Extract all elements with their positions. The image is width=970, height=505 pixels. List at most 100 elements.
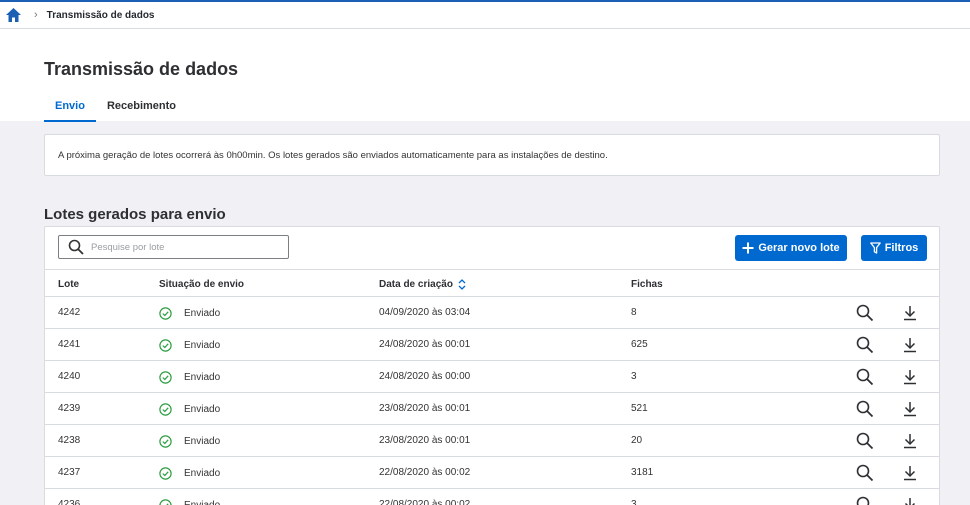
download-batch-button[interactable] [900, 303, 920, 323]
sort-icon[interactable] [458, 279, 466, 290]
cell-data: 22/08/2020 às 00:02 [379, 499, 471, 505]
status-label: Enviado [184, 404, 221, 415]
check-circle-icon [159, 339, 172, 352]
magnifier-icon [856, 368, 874, 386]
magnifier-icon [856, 496, 874, 505]
check-circle-icon [159, 467, 172, 480]
tab-bar: Envio Recebimento [44, 94, 187, 122]
breadcrumb-current: Transmissão de dados [46, 9, 155, 21]
table-header: Lote Situação de envio Data de criação F… [45, 269, 939, 297]
magnifier-icon [856, 432, 874, 450]
filters-button[interactable]: Filtros [861, 235, 927, 261]
magnifier-icon [856, 464, 874, 482]
search-box[interactable] [58, 235, 289, 259]
cell-situacao: Enviado [159, 499, 220, 505]
cell-data: 24/08/2020 às 00:00 [379, 371, 471, 382]
page-header: Transmissão de dados Envio Recebimento [0, 29, 970, 122]
batches-card: Gerar novo lote Filtros Lote Situação de… [44, 226, 940, 505]
cell-lote: 4237 [58, 467, 81, 478]
search-icon [68, 239, 84, 255]
download-icon [903, 401, 917, 417]
view-batch-button[interactable] [855, 431, 875, 451]
cell-fichas: 3 [631, 499, 637, 505]
cell-situacao: Enviado [159, 371, 220, 384]
download-batch-button[interactable] [900, 399, 920, 419]
check-circle-icon [159, 307, 172, 320]
check-circle-icon [159, 371, 172, 384]
table-row: 4237 Enviado 22/08/2020 às 00:02 3181 [45, 457, 939, 489]
cell-lote: 4238 [58, 435, 81, 446]
top-bar: › Transmissão de dados [0, 0, 970, 29]
status-label: Enviado [184, 340, 221, 351]
search-input[interactable] [91, 241, 281, 253]
status-label: Enviado [184, 372, 221, 383]
status-label: Enviado [184, 468, 221, 479]
check-circle-icon [159, 499, 172, 505]
column-header-fichas: Fichas [631, 279, 663, 290]
cell-lote: 4241 [58, 339, 81, 350]
info-notice: A próxima geração de lotes ocorrerá às 0… [44, 134, 940, 176]
table-row: 4241 Enviado 24/08/2020 às 00:01 625 [45, 329, 939, 361]
table-row: 4236 Enviado 22/08/2020 às 00:02 3 [45, 489, 939, 505]
cell-lote: 4239 [58, 403, 81, 414]
download-icon [903, 337, 917, 353]
cell-lote: 4236 [58, 499, 81, 505]
filter-icon [869, 242, 881, 254]
cell-fichas: 625 [631, 339, 648, 350]
home-icon[interactable] [4, 6, 22, 24]
cell-lote: 4242 [58, 307, 81, 318]
table-row: 4242 Enviado 04/09/2020 às 03:04 8 [45, 297, 939, 329]
download-batch-button[interactable] [900, 495, 920, 505]
download-icon [903, 433, 917, 449]
cell-situacao: Enviado [159, 307, 220, 320]
cell-fichas: 3181 [631, 467, 654, 478]
view-batch-button[interactable] [855, 399, 875, 419]
column-header-data[interactable]: Data de criação [379, 279, 466, 290]
cell-fichas: 8 [631, 307, 637, 318]
view-batch-button[interactable] [855, 367, 875, 387]
filters-label: Filtros [884, 242, 919, 254]
cell-data: 23/08/2020 às 00:01 [379, 435, 471, 446]
cell-situacao: Enviado [159, 467, 220, 480]
download-icon [903, 465, 917, 481]
magnifier-icon [856, 400, 874, 418]
view-batch-button[interactable] [855, 335, 875, 355]
column-header-data-label: Data de criação [379, 279, 453, 290]
magnifier-icon [856, 304, 874, 322]
tab-recebimento[interactable]: Recebimento [96, 94, 187, 122]
column-header-lote: Lote [58, 279, 80, 290]
download-batch-button[interactable] [900, 367, 920, 387]
page-title: Transmissão de dados [44, 59, 239, 79]
magnifier-icon [856, 336, 874, 354]
cell-lote: 4240 [58, 371, 81, 382]
download-batch-button[interactable] [900, 335, 920, 355]
download-icon [903, 369, 917, 385]
cell-fichas: 20 [631, 435, 643, 446]
cell-data: 22/08/2020 às 00:02 [379, 467, 471, 478]
check-circle-icon [159, 435, 172, 448]
cell-fichas: 3 [631, 371, 637, 382]
download-batch-button[interactable] [900, 431, 920, 451]
cell-fichas: 521 [631, 403, 648, 414]
check-circle-icon [159, 403, 172, 416]
cell-situacao: Enviado [159, 339, 220, 352]
column-header-situacao: Situação de envio [159, 279, 245, 290]
cell-data: 23/08/2020 às 00:01 [379, 403, 471, 414]
status-label: Enviado [184, 308, 221, 319]
cell-data: 24/08/2020 às 00:01 [379, 339, 471, 350]
download-batch-button[interactable] [900, 463, 920, 483]
cell-data: 04/09/2020 às 03:04 [379, 307, 471, 318]
table-row: 4239 Enviado 23/08/2020 às 00:01 521 [45, 393, 939, 425]
table-row: 4240 Enviado 24/08/2020 às 00:00 3 [45, 361, 939, 393]
view-batch-button[interactable] [855, 303, 875, 323]
download-icon [903, 497, 917, 505]
section-title: Lotes gerados para envio [44, 206, 226, 223]
new-batch-button[interactable]: Gerar novo lote [735, 235, 847, 261]
cell-situacao: Enviado [159, 435, 220, 448]
cell-situacao: Enviado [159, 403, 220, 416]
download-icon [903, 305, 917, 321]
tab-envio[interactable]: Envio [44, 94, 96, 122]
status-label: Enviado [184, 500, 220, 505]
view-batch-button[interactable] [855, 463, 875, 483]
view-batch-button[interactable] [855, 495, 875, 505]
